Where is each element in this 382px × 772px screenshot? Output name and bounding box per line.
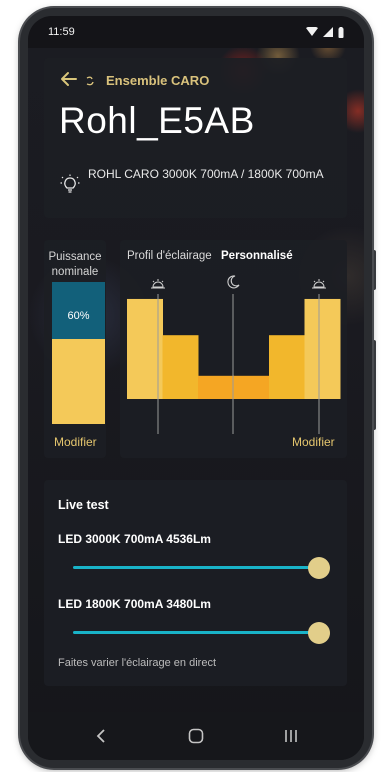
nav-recents-button[interactable] <box>271 721 311 751</box>
live-test-card: Live test LED 3000K 700mA 4536Lm LED 180… <box>44 480 347 686</box>
moon-icon <box>227 275 240 289</box>
power-button <box>372 340 376 430</box>
profile-segment <box>269 335 305 399</box>
led-1800k-label: LED 1800K 700mA 3480Lm <box>58 597 211 611</box>
nav-home-icon <box>188 728 204 744</box>
nav-recents-icon <box>284 730 297 742</box>
led-3000k-slider-thumb[interactable] <box>308 557 330 579</box>
lightbulb-icon <box>60 174 80 193</box>
signal-icon <box>323 27 333 37</box>
led-3000k-slider-track[interactable] <box>73 566 319 569</box>
ensemble-icon <box>86 76 94 86</box>
power-value: 60% <box>67 310 90 322</box>
profile-segment <box>304 298 341 399</box>
power-card: Puissance nominale 60% Modifier <box>44 240 106 458</box>
device-description: ROHL CARO 3000K 700mA / 1800K 700mA <box>88 167 324 181</box>
nav-home-button[interactable] <box>176 721 216 751</box>
profile-segment <box>233 375 270 399</box>
profile-segment <box>198 375 234 399</box>
profile-segment <box>162 335 199 399</box>
profile-modify-button[interactable]: Modifier <box>292 435 335 449</box>
sunset-icon <box>312 279 326 289</box>
profile-mode: Personnalisé <box>221 250 293 262</box>
live-test-title: Live test <box>58 498 109 512</box>
profile-card: Profil d'éclairage Personnalisé Modifier <box>120 240 347 458</box>
system-nav-bar <box>28 712 364 760</box>
live-test-hint: Faites varier l'éclairage en direct <box>58 657 217 669</box>
led-1800k-slider-thumb[interactable] <box>308 622 330 644</box>
nav-back-button[interactable] <box>81 721 121 751</box>
wifi-icon <box>306 27 318 36</box>
led-1800k-slider-track[interactable] <box>73 631 319 634</box>
lighting-profile-chart[interactable] <box>120 274 347 434</box>
profile-label: Profil d'éclairage <box>127 250 212 262</box>
header-card: Ensemble CARO Rohl_E5AB ROHL CARO 3000K … <box>44 58 347 218</box>
screen: 11:59 Ensemble CARO Rohl_E5AB ROHL CARO … <box>28 16 364 760</box>
sunrise-icon <box>151 279 165 289</box>
power-bar[interactable]: 60% <box>52 282 105 424</box>
volume-button <box>372 250 376 290</box>
ensemble-label: Ensemble CARO <box>106 73 210 88</box>
status-bar: 11:59 <box>28 16 364 48</box>
led-3000k-label: LED 3000K 700mA 4536Lm <box>58 532 211 546</box>
status-icons <box>306 26 344 38</box>
power-modify-button[interactable]: Modifier <box>54 435 97 449</box>
power-label: Puissance nominale <box>48 251 102 278</box>
status-time: 11:59 <box>48 26 75 38</box>
back-arrow-icon[interactable] <box>58 68 80 90</box>
device-title: Rohl_E5AB <box>59 100 255 141</box>
nav-back-icon <box>97 729 105 743</box>
battery-icon <box>338 26 344 38</box>
